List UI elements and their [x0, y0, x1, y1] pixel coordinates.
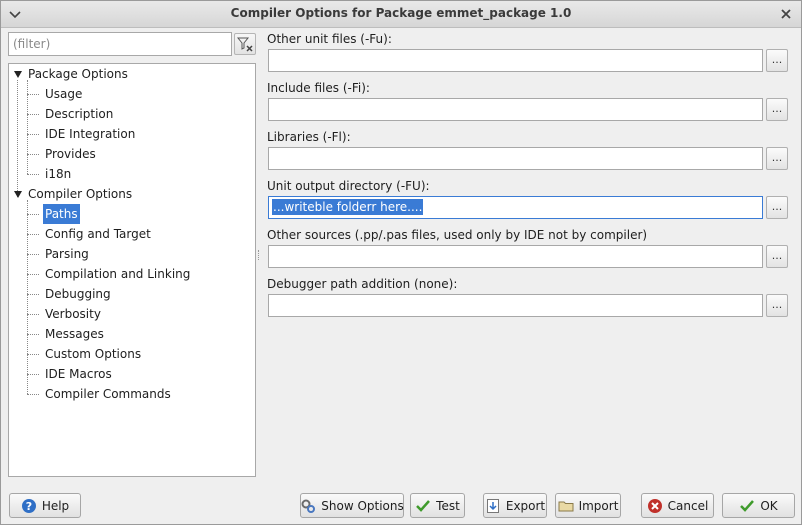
debugger-path-addition-label: Debugger path addition (none): [267, 277, 458, 291]
tree-item-ide-integration[interactable]: IDE Integration [43, 124, 137, 144]
tree-guide-line [27, 374, 39, 375]
tree-guide-line [27, 354, 39, 355]
tree-item-description[interactable]: Description [43, 104, 115, 124]
unit-output-directory-browse-button[interactable]: ... [766, 196, 788, 219]
cancel-button[interactable]: Cancel [641, 493, 714, 518]
tree-item-usage[interactable]: Usage [43, 84, 84, 104]
import-button[interactable]: Import [555, 493, 621, 518]
help-button[interactable]: ? Help [9, 493, 81, 518]
show-options-button[interactable]: Show Options [300, 493, 404, 518]
tree-guide-line [27, 200, 28, 394]
tree-guide-line [27, 274, 39, 275]
other-unit-files-browse-button[interactable]: ... [766, 49, 788, 72]
filter-input[interactable] [8, 32, 232, 56]
panel-splitter[interactable] [258, 250, 262, 260]
compiler-options-dialog: Compiler Options for Package emmet_packa… [0, 0, 802, 525]
show-options-button-label: Show Options [321, 498, 404, 513]
import-button-label: Import [578, 498, 619, 513]
tree-item-paths[interactable]: Paths [43, 204, 80, 224]
close-icon[interactable] [779, 7, 793, 21]
tree-group-package-options[interactable]: Package Options [14, 64, 128, 84]
other-sources-browse-button[interactable]: ... [766, 245, 788, 268]
other-sources-label: Other sources (.pp/.pas files, used only… [267, 228, 648, 242]
gear-icon [301, 499, 316, 513]
include-files-input[interactable] [268, 98, 763, 121]
include-files-browse-button[interactable]: ... [766, 98, 788, 121]
ok-button-label: OK [760, 498, 778, 513]
svg-text:?: ? [26, 500, 32, 513]
tree-item-i18n[interactable]: i18n [43, 164, 73, 184]
ok-button[interactable]: OK [722, 493, 795, 518]
tree-guide-line [27, 394, 39, 395]
other-sources-input[interactable] [268, 245, 763, 268]
tree-item-custom-options[interactable]: Custom Options [43, 344, 143, 364]
include-files-label: Include files (-Fi): [267, 81, 370, 95]
export-button[interactable]: Export [483, 493, 547, 518]
tree-guide-line [27, 314, 39, 315]
options-tree: Package Options Usage Description IDE In… [8, 63, 256, 477]
other-unit-files-label: Other unit files (-Fu): [267, 32, 392, 46]
cancel-icon [647, 498, 662, 513]
tree-guide-line [27, 114, 39, 115]
tree-guide-line [27, 134, 39, 135]
tree-item-parsing[interactable]: Parsing [43, 244, 91, 264]
tree-group-label: Compiler Options [28, 187, 133, 201]
tree-guide-line [27, 334, 39, 335]
tree-item-ide-macros[interactable]: IDE Macros [43, 364, 114, 384]
tree-guide-line [27, 174, 39, 175]
test-button-label: Test [436, 498, 460, 513]
tree-group-label: Package Options [28, 67, 128, 81]
unit-output-directory-value: ...writeble folderr here.... [272, 199, 424, 215]
tree-item-config-and-target[interactable]: Config and Target [43, 224, 153, 244]
folder-icon [558, 501, 574, 511]
tree-item-verbosity[interactable]: Verbosity [43, 304, 103, 324]
tree-guide-line [27, 94, 39, 95]
help-button-label: Help [41, 498, 70, 513]
debugger-path-addition-browse-button[interactable]: ... [766, 294, 788, 317]
tree-item-provides[interactable]: Provides [43, 144, 98, 164]
tree-guide-line [27, 154, 39, 155]
unit-output-directory-label: Unit output directory (-FU): [267, 179, 430, 193]
libraries-input[interactable] [268, 147, 763, 170]
tree-guide-line [17, 80, 18, 197]
tree-guide-line [27, 234, 39, 235]
checkmark-icon [740, 499, 755, 512]
expanded-arrow-icon[interactable] [14, 71, 22, 78]
other-unit-files-input[interactable] [268, 49, 763, 72]
debugger-path-addition-input[interactable] [268, 294, 763, 317]
export-icon [486, 498, 499, 513]
libraries-label: Libraries (-Fl): [267, 130, 351, 144]
checkmark-icon [416, 499, 431, 512]
help-icon: ? [21, 498, 36, 513]
tree-group-compiler-options[interactable]: Compiler Options [14, 184, 132, 204]
tree-guide-line [27, 294, 39, 295]
tree-item-compiler-commands[interactable]: Compiler Commands [43, 384, 173, 404]
clear-filter-icon [236, 37, 253, 52]
export-button-label: Export [505, 498, 546, 513]
unit-output-directory-input[interactable]: ...writeble folderr here.... [268, 196, 763, 219]
libraries-browse-button[interactable]: ... [766, 147, 788, 170]
tree-item-debugging[interactable]: Debugging [43, 284, 113, 304]
tree-guide-line [27, 214, 39, 215]
cancel-button-label: Cancel [667, 498, 709, 513]
tree-item-messages[interactable]: Messages [43, 324, 106, 344]
tree-guide-line [27, 254, 39, 255]
window-title: Compiler Options for Package emmet_packa… [230, 6, 572, 20]
test-button[interactable]: Test [410, 493, 465, 518]
expanded-arrow-icon[interactable] [14, 191, 22, 198]
title-bar: Compiler Options for Package emmet_packa… [1, 1, 801, 28]
tree-item-compilation-and-linking[interactable]: Compilation and Linking [43, 264, 192, 284]
clear-filter-button[interactable] [234, 33, 256, 55]
